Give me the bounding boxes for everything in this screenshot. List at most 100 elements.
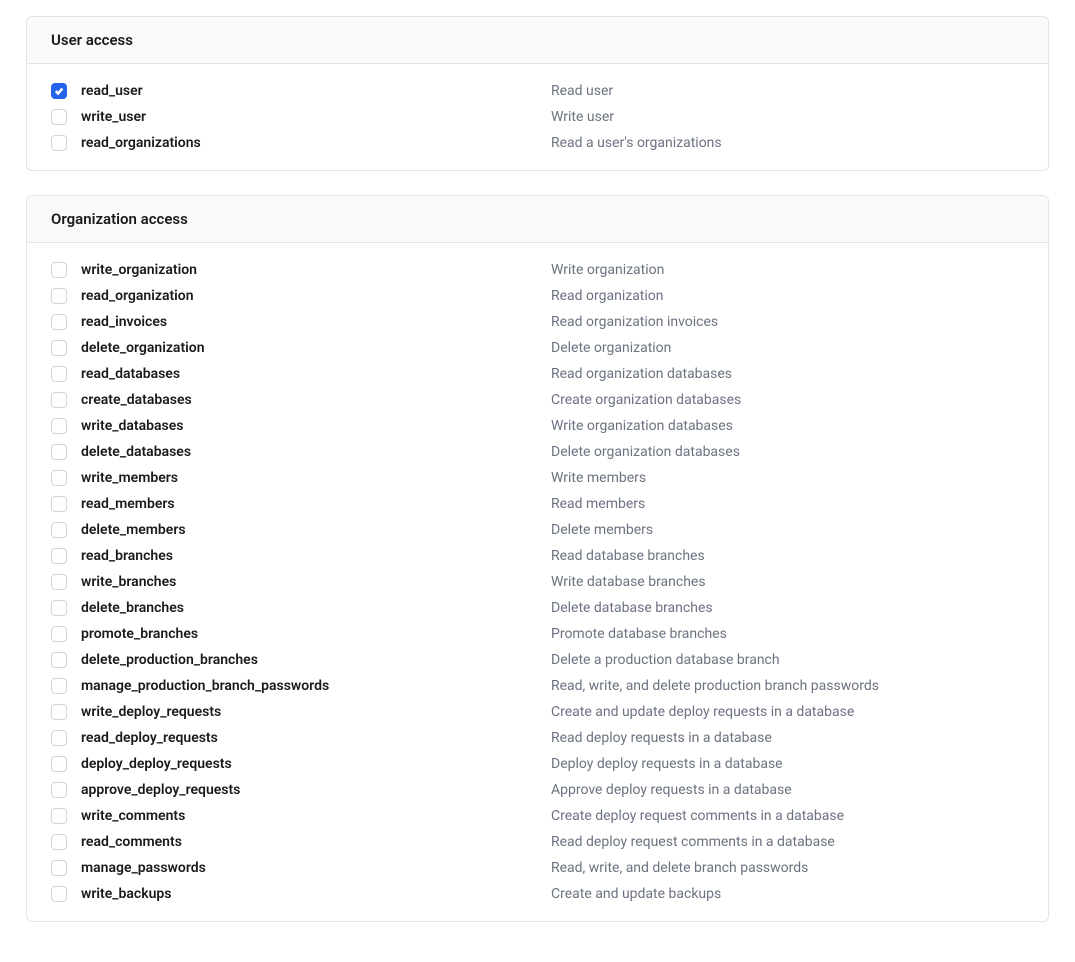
permission-checkbox[interactable] (51, 314, 67, 330)
permission-name: write_branches (81, 574, 551, 590)
permission-row: write_deploy_requestsCreate and update d… (51, 699, 1024, 725)
permission-row: read_userRead user (51, 78, 1024, 104)
permission-name: promote_branches (81, 626, 551, 642)
permission-row: read_organizationsRead a user's organiza… (51, 130, 1024, 156)
permission-description: Read a user's organizations (551, 135, 722, 151)
permission-name: read_organizations (81, 135, 551, 151)
permission-name: delete_databases (81, 444, 551, 460)
permission-name: write_deploy_requests (81, 704, 551, 720)
permission-description: Create and update deploy requests in a d… (551, 704, 854, 720)
permission-checkbox[interactable] (51, 288, 67, 304)
permission-checkbox[interactable] (51, 135, 67, 151)
permission-name: write_user (81, 109, 551, 125)
section-body: write_organizationWrite organizationread… (27, 243, 1048, 921)
permission-description: Write user (551, 109, 614, 125)
permission-checkbox[interactable] (51, 782, 67, 798)
permission-checkbox[interactable] (51, 444, 67, 460)
permission-row: read_deploy_requestsRead deploy requests… (51, 725, 1024, 751)
permission-description: Delete organization (551, 340, 671, 356)
permission-checkbox[interactable] (51, 548, 67, 564)
permission-checkbox[interactable] (51, 704, 67, 720)
permission-row: promote_branchesPromote database branche… (51, 621, 1024, 647)
permission-description: Create organization databases (551, 392, 741, 408)
permission-description: Approve deploy requests in a database (551, 782, 792, 798)
permission-row: manage_passwordsRead, write, and delete … (51, 855, 1024, 881)
permission-checkbox[interactable] (51, 652, 67, 668)
permission-checkbox[interactable] (51, 860, 67, 876)
permission-name: write_backups (81, 886, 551, 902)
permission-name: delete_production_branches (81, 652, 551, 668)
permission-name: manage_production_branch_passwords (81, 678, 551, 694)
permission-section: User accessread_userRead userwrite_userW… (26, 16, 1049, 171)
permission-description: Write database branches (551, 574, 706, 590)
permission-checkbox[interactable] (51, 496, 67, 512)
permission-checkbox[interactable] (51, 834, 67, 850)
permission-checkbox[interactable] (51, 756, 67, 772)
permission-description: Write organization databases (551, 418, 733, 434)
permission-row: read_commentsRead deploy request comment… (51, 829, 1024, 855)
permission-row: delete_branchesDelete database branches (51, 595, 1024, 621)
permission-checkbox[interactable] (51, 109, 67, 125)
permission-row: read_databasesRead organization database… (51, 361, 1024, 387)
section-body: read_userRead userwrite_userWrite userre… (27, 64, 1048, 170)
permission-name: read_databases (81, 366, 551, 382)
permission-description: Read organization (551, 288, 664, 304)
permission-row: delete_membersDelete members (51, 517, 1024, 543)
permission-name: write_members (81, 470, 551, 486)
permission-checkbox[interactable] (51, 366, 67, 382)
section-header: Organization access (27, 196, 1048, 243)
permission-description: Promote database branches (551, 626, 727, 642)
permission-checkbox[interactable] (51, 626, 67, 642)
permission-row: write_membersWrite members (51, 465, 1024, 491)
permission-description: Read deploy requests in a database (551, 730, 772, 746)
permission-name: read_members (81, 496, 551, 512)
section-title: Organization access (51, 210, 1024, 228)
permission-row: approve_deploy_requestsApprove deploy re… (51, 777, 1024, 803)
permission-checkbox[interactable] (51, 470, 67, 486)
permission-row: deploy_deploy_requestsDeploy deploy requ… (51, 751, 1024, 777)
permission-checkbox[interactable] (51, 808, 67, 824)
permission-description: Deploy deploy requests in a database (551, 756, 783, 772)
permission-description: Write organization (551, 262, 664, 278)
permission-description: Delete a production database branch (551, 652, 780, 668)
permission-description: Read organization invoices (551, 314, 718, 330)
permission-description: Read user (551, 83, 613, 99)
permission-checkbox[interactable] (51, 392, 67, 408)
permission-name: delete_members (81, 522, 551, 538)
permission-name: delete_organization (81, 340, 551, 356)
permission-name: read_deploy_requests (81, 730, 551, 746)
permission-name: read_branches (81, 548, 551, 564)
permission-checkbox[interactable] (51, 522, 67, 538)
permission-checkbox[interactable] (51, 340, 67, 356)
permission-name: deploy_deploy_requests (81, 756, 551, 772)
permission-row: write_databasesWrite organization databa… (51, 413, 1024, 439)
permission-description: Create deploy request comments in a data… (551, 808, 844, 824)
permission-name: write_comments (81, 808, 551, 824)
permission-checkbox[interactable] (51, 730, 67, 746)
permission-checkbox[interactable] (51, 600, 67, 616)
permission-description: Delete members (551, 522, 653, 538)
permission-row: write_organizationWrite organization (51, 257, 1024, 283)
permission-description: Read deploy request comments in a databa… (551, 834, 835, 850)
permission-description: Read members (551, 496, 645, 512)
permission-checkbox[interactable] (51, 574, 67, 590)
permission-description: Read, write, and delete branch passwords (551, 860, 808, 876)
permission-name: create_databases (81, 392, 551, 408)
permission-row: write_backupsCreate and update backups (51, 881, 1024, 907)
permission-description: Read organization databases (551, 366, 732, 382)
permission-name: read_user (81, 83, 551, 99)
permission-row: read_invoicesRead organization invoices (51, 309, 1024, 335)
permission-checkbox[interactable] (51, 678, 67, 694)
permission-description: Read database branches (551, 548, 705, 564)
permission-checkbox[interactable] (51, 262, 67, 278)
permission-row: read_membersRead members (51, 491, 1024, 517)
permission-checkbox[interactable] (51, 886, 67, 902)
permission-description: Delete database branches (551, 600, 713, 616)
permission-name: read_organization (81, 288, 551, 304)
permission-name: write_databases (81, 418, 551, 434)
permission-description: Create and update backups (551, 886, 721, 902)
permission-checkbox[interactable] (51, 418, 67, 434)
permission-row: manage_production_branch_passwordsRead, … (51, 673, 1024, 699)
permission-checkbox[interactable] (51, 83, 67, 99)
permission-row: read_organizationRead organization (51, 283, 1024, 309)
